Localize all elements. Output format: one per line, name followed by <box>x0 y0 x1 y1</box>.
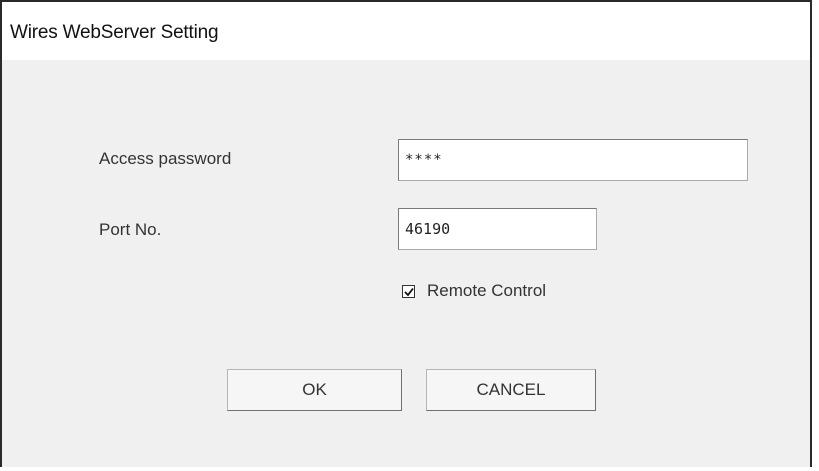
remote-control-checkbox[interactable] <box>402 284 415 298</box>
checkmark-icon <box>404 287 414 296</box>
port-number-label: Port No. <box>99 220 162 239</box>
remote-control-option[interactable]: Remote Control <box>402 280 546 302</box>
remote-control-label: Remote Control <box>427 281 547 300</box>
access-password-field[interactable]: **** <box>398 139 748 181</box>
ok-button[interactable]: OK <box>227 369 402 411</box>
port-number-field[interactable]: 46190 <box>398 208 597 250</box>
cancel-button[interactable]: CANCEL <box>426 369 596 411</box>
access-password-label: Access password <box>99 149 232 168</box>
title-bar: Wires WebServer Setting <box>2 2 810 60</box>
settings-dialog: Wires WebServer Setting Access password … <box>0 0 812 467</box>
window-title: Wires WebServer Setting <box>10 22 219 43</box>
dialog-body: Access password **** Port No. 46190 Remo… <box>2 60 810 467</box>
